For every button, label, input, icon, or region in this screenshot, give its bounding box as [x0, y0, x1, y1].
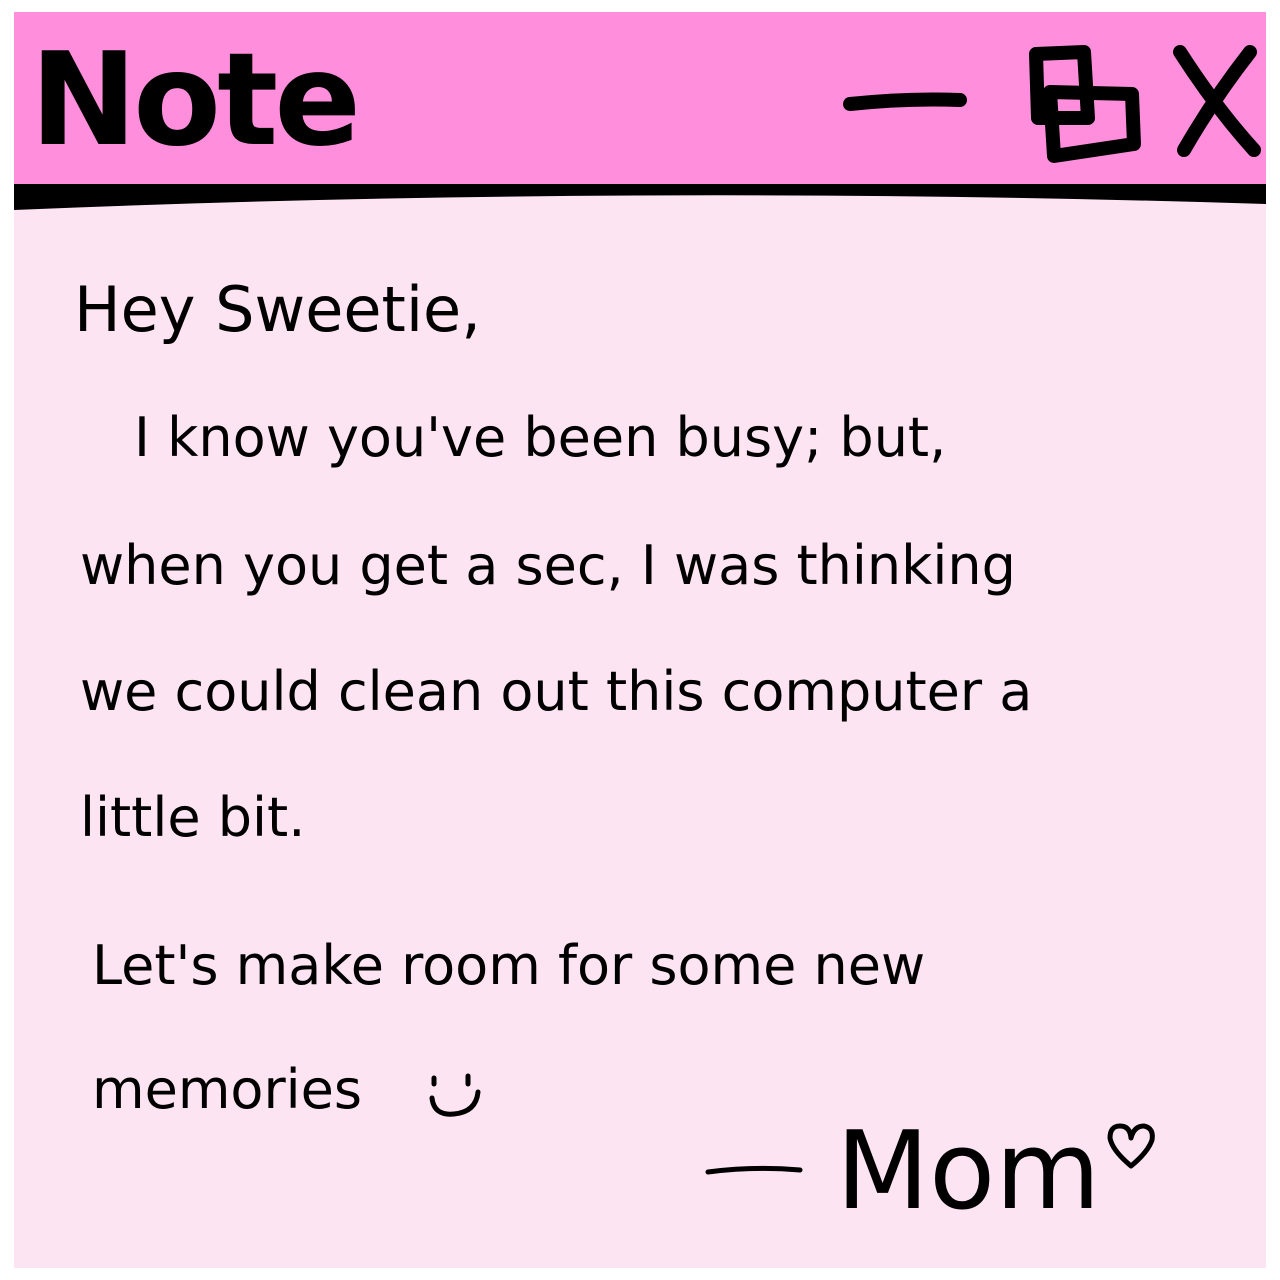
- signature: Mom: [836, 1109, 1101, 1234]
- note-line: little bit.: [80, 786, 306, 849]
- heart-icon: [1107, 1123, 1155, 1169]
- note-line: we could clean out this computer a: [80, 660, 1033, 723]
- note-greeting: Hey Sweetie,: [74, 273, 481, 346]
- minimize-button[interactable]: [836, 68, 968, 124]
- close-button[interactable]: [1166, 38, 1264, 162]
- signature-dash: [705, 1165, 803, 1175]
- title-bar[interactable]: Note: [14, 12, 1266, 188]
- note-line: I know you've been busy; but,: [134, 406, 947, 469]
- note-line: memories: [92, 1058, 363, 1121]
- maximize-icon: [1029, 45, 1141, 163]
- note-line: when you get a sec, I was thinking: [80, 534, 1016, 597]
- minimize-icon: [843, 92, 967, 111]
- title-divider: [14, 184, 1266, 220]
- note-line: Let's make room for some new: [92, 934, 926, 997]
- smiley-icon: [429, 1073, 481, 1117]
- window-title: Note: [30, 26, 361, 175]
- note-window: Note Hey Sweetie, I know you've been bus…: [14, 12, 1266, 1268]
- maximize-button[interactable]: [1008, 34, 1144, 172]
- close-icon: [1173, 45, 1261, 157]
